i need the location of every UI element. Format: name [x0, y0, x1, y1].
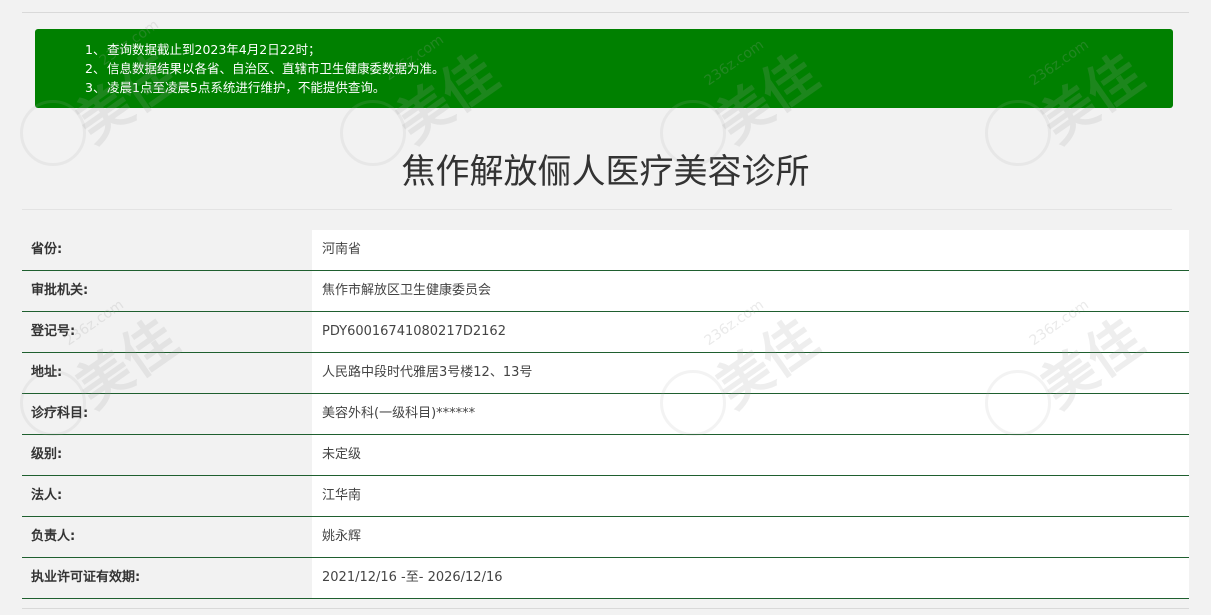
notice-line-number: 3、 [85, 80, 106, 95]
table-row: 法人: 江华南 [22, 476, 1189, 517]
table-row: 诊疗科目: 美容外科(一级科目)****** [22, 394, 1189, 435]
row-value: 美容外科(一级科目)****** [312, 394, 1189, 434]
notice-banner: 1、 查询数据截止到2023年4月2日22时； 2、 信息数据结果以各省、自治区、直… [35, 29, 1173, 108]
row-label: 诊疗科目: [22, 394, 312, 434]
row-value: 焦作市解放区卫生健康委员会 [312, 271, 1189, 311]
bottom-divider [22, 608, 1189, 609]
row-value: 河南省 [312, 230, 1189, 270]
row-value: 姚永辉 [312, 517, 1189, 557]
title-divider [22, 209, 1172, 210]
row-label: 省份: [22, 230, 312, 270]
page-title: 焦作解放俪人医疗美容诊所 [401, 152, 810, 192]
row-label: 级别: [22, 435, 312, 475]
row-label: 执业许可证有效期: [22, 558, 312, 598]
row-value: PDY60016741080217D2162 [312, 312, 1189, 352]
table-row: 负责人: 姚永辉 [22, 517, 1189, 558]
notice-line-1: 1、 查询数据截止到2023年4月2日22时； [85, 40, 1173, 59]
notice-line-text: 凌晨1点至凌晨5点系统进行维护，不能提供查询。 [107, 80, 386, 95]
row-label: 登记号: [22, 312, 312, 352]
notice-line-text: 信息数据结果以各省、自治区、直辖市卫生健康委数据为准。 [107, 61, 445, 76]
notice-line-number: 2、 [85, 61, 106, 76]
notice-line-3: 3、 凌晨1点至凌晨5点系统进行维护，不能提供查询。 [85, 78, 1173, 97]
row-value: 江华南 [312, 476, 1189, 516]
table-row: 执业许可证有效期: 2021/12/16 -至- 2026/12/16 [22, 558, 1189, 599]
top-divider [22, 12, 1189, 13]
table-row: 级别: 未定级 [22, 435, 1189, 476]
row-label: 审批机关: [22, 271, 312, 311]
notice-line-2: 2、 信息数据结果以各省、自治区、直辖市卫生健康委数据为准。 [85, 59, 1173, 78]
row-value: 人民路中段时代雅居3号楼12、13号 [312, 353, 1189, 393]
notice-line-text: 查询数据截止到2023年4月2日22时； [107, 42, 321, 57]
notice-line-number: 1、 [85, 42, 106, 57]
table-row: 地址: 人民路中段时代雅居3号楼12、13号 [22, 353, 1189, 394]
table-row: 省份: 河南省 [22, 230, 1189, 271]
row-value: 2021/12/16 -至- 2026/12/16 [312, 558, 1189, 598]
row-label: 负责人: [22, 517, 312, 557]
table-row: 审批机关: 焦作市解放区卫生健康委员会 [22, 271, 1189, 312]
clinic-info-table: 省份: 河南省 审批机关: 焦作市解放区卫生健康委员会 登记号: PDY6001… [22, 230, 1189, 599]
row-value: 未定级 [312, 435, 1189, 475]
table-row: 登记号: PDY60016741080217D2162 [22, 312, 1189, 353]
row-label: 法人: [22, 476, 312, 516]
row-label: 地址: [22, 353, 312, 393]
